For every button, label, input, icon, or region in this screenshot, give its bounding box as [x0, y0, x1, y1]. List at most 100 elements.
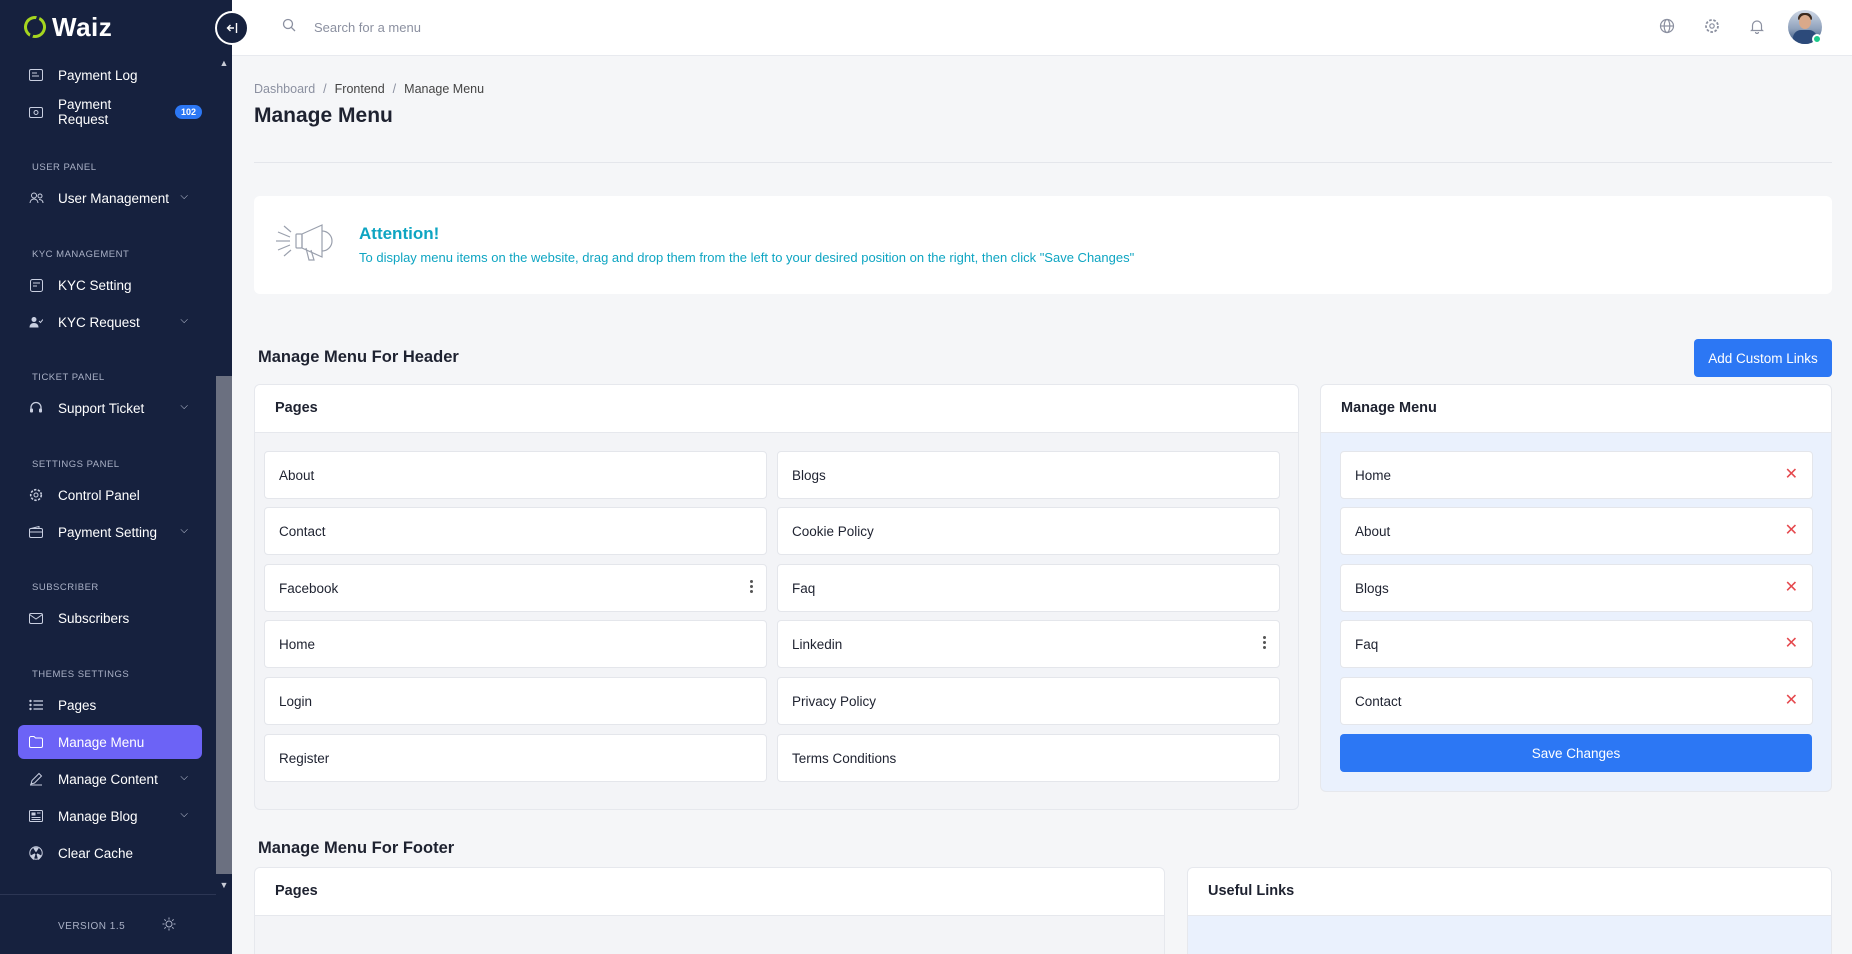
remove-icon[interactable]: ✕ — [1785, 464, 1798, 484]
nav-heading-kyc: KYC MANAGEMENT — [32, 249, 130, 260]
sidebar-item-user-management[interactable]: User Management ⌵ — [18, 181, 202, 215]
menu-item-faq[interactable]: Faq ✕ — [1340, 620, 1813, 668]
search-input[interactable] — [314, 16, 714, 38]
remove-icon[interactable]: ✕ — [1785, 520, 1798, 540]
chevron-down-icon: ⌵ — [180, 772, 188, 783]
sidebar-footer: VERSION 1.5 — [0, 894, 216, 954]
menu-item-contact[interactable]: Contact ✕ — [1340, 677, 1813, 725]
kebab-menu-icon[interactable] — [1263, 635, 1267, 651]
radiation-icon — [28, 845, 44, 861]
sidebar-item-label: Support Ticket — [58, 400, 145, 416]
sidebar-item-clear-cache[interactable]: Clear Cache — [18, 836, 202, 870]
receipt-icon — [28, 67, 44, 83]
sidebar-item-subscribers[interactable]: Subscribers — [18, 601, 202, 635]
page-item-cookie-policy[interactable]: Cookie Policy — [777, 507, 1280, 555]
save-changes-button[interactable]: Save Changes — [1340, 734, 1812, 772]
chevron-down-icon: ⌵ — [180, 401, 188, 412]
brand-logo[interactable]: Waiz — [20, 11, 113, 42]
page-item-linkedin[interactable]: Linkedin — [777, 620, 1280, 668]
kebab-menu-icon[interactable] — [750, 579, 754, 595]
footer-pages-card: Pages — [254, 867, 1165, 954]
sidebar-item-label: Subscribers — [58, 610, 130, 626]
globe-icon[interactable] — [1659, 18, 1675, 34]
search-icon — [282, 18, 296, 32]
newspaper-icon — [28, 808, 44, 824]
wallet-icon — [28, 524, 44, 540]
gear-icon[interactable] — [1704, 18, 1720, 34]
sidebar-item-payment-log[interactable]: Payment Log — [18, 58, 202, 92]
users-icon — [28, 190, 44, 206]
page-item-login[interactable]: Login — [264, 677, 767, 725]
page-item-terms-conditions[interactable]: Terms Conditions — [777, 734, 1280, 782]
online-status-dot — [1812, 34, 1822, 44]
megaphone-icon — [276, 224, 333, 261]
page-item-faq[interactable]: Faq — [777, 564, 1280, 612]
page-item-home[interactable]: Home — [264, 620, 767, 668]
chevron-down-icon: ⌵ — [180, 525, 188, 536]
breadcrumb-dashboard[interactable]: Dashboard — [254, 82, 315, 96]
sidebar-item-manage-menu[interactable]: Manage Menu — [18, 725, 202, 759]
nav-heading-settings: SETTINGS PANEL — [32, 459, 120, 470]
card-title: Manage Menu — [1341, 400, 1437, 416]
remove-icon[interactable]: ✕ — [1785, 633, 1798, 653]
nav-heading-themes: THEMES SETTINGS — [32, 669, 130, 680]
sidebar-item-kyc-request[interactable]: KYC Request ⌵ — [18, 305, 202, 339]
sidebar-item-label: KYC Request — [58, 314, 140, 330]
attention-text: To display menu items on the website, dr… — [359, 250, 1135, 265]
chevron-down-icon: ⌵ — [180, 315, 188, 326]
cash-icon — [28, 104, 44, 120]
sidebar-item-control-panel[interactable]: Control Panel — [18, 478, 202, 512]
chevron-down-icon: ⌵ — [180, 809, 188, 820]
sidebar-item-label: KYC Setting — [58, 277, 132, 293]
remove-icon[interactable]: ✕ — [1785, 690, 1798, 710]
menu-item-home[interactable]: Home ✕ — [1340, 451, 1813, 499]
attention-alert: Attention! To display menu items on the … — [254, 196, 1832, 294]
folder-icon — [28, 734, 44, 750]
sidebar-collapse-button[interactable] — [215, 11, 249, 45]
bell-icon[interactable] — [1749, 18, 1765, 34]
breadcrumb-separator: / — [392, 82, 397, 96]
page-item-facebook[interactable]: Facebook — [264, 564, 767, 612]
user-check-icon — [28, 314, 44, 330]
gear-icon — [28, 487, 44, 503]
sidebar-item-manage-content[interactable]: Manage Content ⌵ — [18, 762, 202, 796]
nav-heading-subscriber: SUBSCRIBER — [32, 582, 99, 593]
sidebar-item-payment-request[interactable]: Payment Request 102 — [18, 95, 202, 129]
sun-icon[interactable] — [162, 917, 176, 934]
card-title: Pages — [275, 883, 318, 899]
sidebar-scrollbar-thumb[interactable] — [216, 376, 232, 874]
sidebar-item-label: Clear Cache — [58, 845, 134, 861]
chevron-down-icon: ⌵ — [180, 191, 188, 202]
sidebar-item-label: Manage Content — [58, 771, 158, 787]
brand-name: Waiz — [52, 11, 113, 42]
sidebar-item-payment-setting[interactable]: Payment Setting ⌵ — [18, 515, 202, 549]
page-item-about[interactable]: About — [264, 451, 767, 499]
sidebar-item-label: Payment Log — [58, 67, 138, 83]
page-item-contact[interactable]: Contact — [264, 507, 767, 555]
header-manage-menu-card: Manage Menu Home ✕ About ✕ Blogs ✕ Faq ✕… — [1320, 384, 1832, 792]
menu-item-blogs[interactable]: Blogs ✕ — [1340, 564, 1813, 612]
sidebar-item-manage-blog[interactable]: Manage Blog ⌵ — [18, 799, 202, 833]
page-item-blogs[interactable]: Blogs — [777, 451, 1280, 499]
breadcrumb-current: Manage Menu — [404, 82, 485, 96]
headset-icon — [28, 400, 44, 416]
sidebar-item-support-ticket[interactable]: Support Ticket ⌵ — [18, 391, 202, 425]
scroll-down-icon[interactable]: ▼ — [216, 878, 232, 892]
add-custom-links-button[interactable]: Add Custom Links — [1694, 339, 1832, 377]
sidebar-item-kyc-setting[interactable]: KYC Setting — [18, 268, 202, 302]
menu-item-about[interactable]: About ✕ — [1340, 507, 1813, 555]
sidebar-item-label: Control Panel — [58, 487, 140, 503]
nav-heading-user-panel: USER PANEL — [32, 162, 97, 173]
scroll-up-icon[interactable]: ▲ — [216, 56, 232, 70]
breadcrumb-frontend[interactable]: Frontend — [335, 82, 385, 96]
sidebar-item-label: Payment Setting — [58, 524, 158, 540]
mail-icon — [28, 610, 44, 626]
remove-icon[interactable]: ✕ — [1785, 577, 1798, 597]
sidebar-item-label: Manage Blog — [58, 808, 138, 824]
page-item-register[interactable]: Register — [264, 734, 767, 782]
leaf-logo-icon — [20, 12, 50, 42]
breadcrumb: Dashboard / Frontend / Manage Menu — [254, 82, 484, 96]
attention-title: Attention! — [359, 224, 440, 243]
page-item-privacy-policy[interactable]: Privacy Policy — [777, 677, 1280, 725]
sidebar-item-pages[interactable]: Pages — [18, 688, 202, 722]
